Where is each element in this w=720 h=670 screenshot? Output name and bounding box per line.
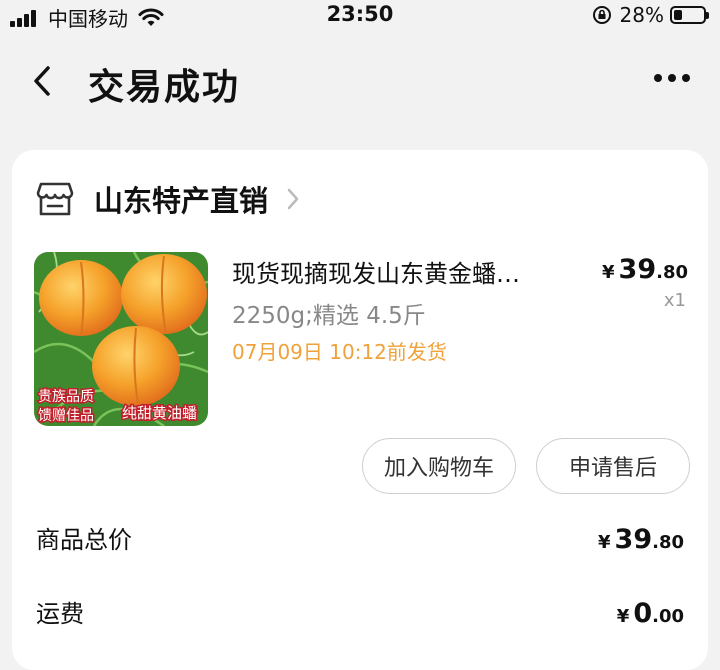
status-bar: 中国移动 23:50 28% [0, 0, 720, 31]
battery-percent: 28% [619, 3, 664, 27]
summary-integer: 0 [633, 598, 653, 629]
status-right: 28% [592, 3, 709, 27]
after-sale-button[interactable]: 申请售后 [536, 438, 690, 494]
ship-time: 07月09日 10:12前发货 [232, 340, 447, 364]
price-decimal: .80 [656, 262, 688, 283]
product-photo: 贵族品质 馈赠佳品 纯甜黄油蟠 [34, 252, 208, 426]
page-title: 交易成功 [88, 67, 241, 108]
store-icon [36, 182, 74, 216]
shop-row[interactable]: 山东特产直销 [36, 178, 300, 220]
rotation-lock-icon [592, 6, 611, 24]
summary-decimal: .80 [652, 532, 684, 553]
image-caption-3: 纯甜黄油蟠 [122, 404, 197, 422]
summary-symbol: ¥ [598, 532, 611, 553]
more-dot [668, 74, 676, 82]
summary-label: 商品总价 [36, 526, 132, 554]
header: 交易成功 [0, 50, 720, 114]
summary-value: ¥0.00 [617, 598, 684, 629]
product-image[interactable]: 贵族品质 馈赠佳品 纯甜黄油蟠 [34, 252, 208, 426]
add-to-cart-button[interactable]: 加入购物车 [362, 438, 516, 494]
product-title[interactable]: 现货现摘现发山东黄金蟠… [232, 254, 572, 289]
summary-symbol: ¥ [616, 606, 630, 627]
chevron-right-icon [287, 188, 299, 210]
summary-label: 运费 [36, 600, 84, 628]
more-dot [654, 74, 662, 82]
shop-name[interactable]: 山东特产直销 [94, 178, 268, 220]
battery-icon [670, 6, 709, 24]
product-price: ¥39.80 [602, 254, 688, 285]
more-button[interactable] [654, 74, 690, 82]
price-symbol: ¥ [602, 262, 615, 283]
image-caption-1: 贵族品质 [38, 389, 94, 405]
product-spec: 2250g;精选 4.5斤 [232, 303, 426, 329]
more-dot [682, 74, 690, 82]
product-quantity: x1 [663, 290, 686, 311]
image-caption-2: 馈赠佳品 [38, 408, 94, 424]
summary-value: ¥39.80 [598, 524, 684, 555]
price-integer: 39 [618, 254, 657, 285]
battery-fill [674, 10, 682, 20]
order-card: 山东特产直销 贵族品质 馈赠佳品 纯甜黄油蟠 现货现摘现发山东黄金蟠… 2250… [12, 150, 708, 670]
back-button[interactable] [30, 64, 54, 98]
summary-decimal: .00 [652, 606, 684, 627]
summary-integer: 39 [614, 524, 653, 555]
